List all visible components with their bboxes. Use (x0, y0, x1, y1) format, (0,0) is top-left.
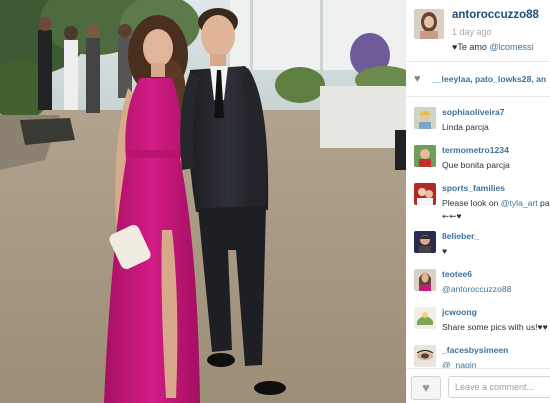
comment-text-suffix: pag (540, 198, 550, 208)
caption-text: ♥Te amo (452, 42, 490, 52)
comment-avatar[interactable] (414, 145, 436, 167)
like-button[interactable]: ♥ (411, 376, 441, 400)
post-sidebar: antoroccuzzo88 1 day ago ♥Te amo @lcomes… (406, 0, 550, 403)
post-header: antoroccuzzo88 1 day ago ♥Te amo @lcomes… (406, 0, 550, 62)
photo-image (0, 0, 406, 403)
comment-input[interactable] (448, 376, 550, 398)
avatar-image (414, 183, 436, 205)
comment-avatar[interactable] (414, 231, 436, 253)
likes-row: ♥ __leeylaa, pato_lowks28, an (406, 62, 550, 97)
comment-footer: ♥ (406, 368, 550, 403)
avatar-image (414, 345, 436, 367)
comment-item: sophiaoliveira7 Linda parcja (406, 105, 550, 143)
comment-username[interactable]: jcwoong (442, 307, 477, 317)
comment-username[interactable]: _facesbysimeen (442, 345, 508, 355)
comment-avatar[interactable] (414, 269, 436, 291)
comment-avatar[interactable] (414, 345, 436, 367)
comment-item: sports_families Please look on @tyla_art… (406, 181, 550, 229)
comment-mention[interactable]: @antoroccuzzo88 (442, 284, 511, 294)
owner-username[interactable]: antoroccuzzo88 (452, 9, 539, 21)
heart-icon: ♥ (422, 380, 430, 395)
comment-username[interactable]: sophiaoliveira7 (442, 107, 505, 117)
avatar-image (414, 269, 436, 291)
comment-username[interactable]: sports_families (442, 183, 505, 193)
post-caption: ♥Te amo @lcomessi (452, 42, 534, 52)
likes-names[interactable]: __leeylaa, pato_lowks28, an (432, 74, 546, 84)
comment-text-line2: ⇜⇜♥ (442, 211, 462, 221)
comment-text: Please look on @tyla_art pag ⇜⇜♥ (442, 197, 550, 223)
owner-avatar[interactable] (414, 9, 444, 39)
post-timestamp[interactable]: 1 day ago (452, 27, 492, 37)
comment-item: teotee6 @antoroccuzzo88 (406, 267, 550, 305)
comment-avatar[interactable] (414, 307, 436, 329)
comment-item: 8elieber_ ♥ (406, 229, 550, 267)
avatar-image (414, 307, 436, 329)
comment-text: @antoroccuzzo88 (442, 283, 511, 296)
comment-text: Que bonita parcja (442, 160, 510, 170)
comment-text: Linda parcja (442, 122, 489, 132)
avatar-image (414, 231, 436, 253)
heart-icon: ♥ (414, 73, 421, 85)
comment-username[interactable]: termometro1234 (442, 145, 509, 155)
comment-avatar[interactable] (414, 183, 436, 205)
comment-text: ♥ (442, 246, 448, 256)
comment-username[interactable]: 8elieber_ (442, 231, 479, 241)
comment-avatar[interactable] (414, 107, 436, 129)
comment-mention[interactable]: @tyla_art (501, 198, 538, 208)
comment-text-part: Please look on (442, 198, 501, 208)
post-photo[interactable] (0, 0, 406, 403)
avatar-image (414, 107, 436, 129)
comments-list: sophiaoliveira7 Linda parcja termometro1… (406, 105, 550, 381)
comment-item: termometro1234 Que bonita parcja (406, 143, 550, 181)
caption-mention[interactable]: @lcomessi (489, 42, 533, 52)
avatar-image (414, 145, 436, 167)
avatar-image (414, 9, 444, 39)
comment-item: jcwoong Share some pics with us!♥♥ (406, 305, 550, 343)
comment-username[interactable]: teotee6 (442, 269, 472, 279)
comment-text: Share some pics with us!♥♥ (442, 322, 548, 332)
